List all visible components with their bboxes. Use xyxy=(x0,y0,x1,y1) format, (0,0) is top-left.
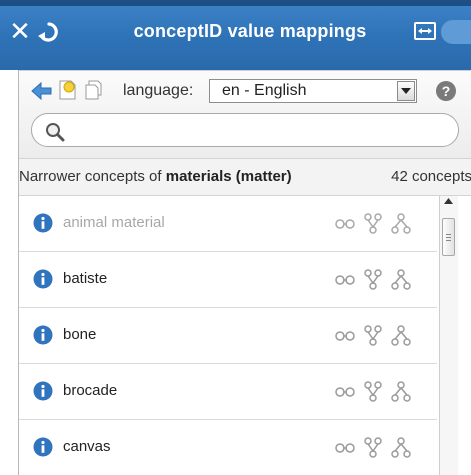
link-icon[interactable] xyxy=(335,443,355,453)
info-icon[interactable] xyxy=(33,269,53,289)
concept-label: canvas xyxy=(63,438,111,455)
link-icon[interactable] xyxy=(335,331,355,341)
title-bar: ✕ conceptID value mappings xyxy=(0,0,471,70)
scrollbar-thumb[interactable] xyxy=(442,218,455,256)
concept-count: 42 concepts xyxy=(391,168,471,185)
language-label: language: xyxy=(123,82,194,99)
mapping-actions xyxy=(335,213,411,234)
scroll-up-icon[interactable] xyxy=(444,198,453,204)
tree-icon[interactable] xyxy=(391,269,411,290)
mapping-actions xyxy=(335,325,411,346)
list-item[interactable]: bone xyxy=(19,308,437,364)
hierarchy-icon[interactable] xyxy=(364,437,382,458)
dropdown-arrow-icon[interactable] xyxy=(397,81,415,101)
title-bar-toggle[interactable] xyxy=(441,20,471,44)
language-select[interactable]: en - English xyxy=(209,79,417,103)
list-item[interactable]: batiste xyxy=(19,252,437,308)
language-select-value: en - English xyxy=(222,82,307,99)
tree-icon[interactable] xyxy=(391,437,411,458)
list-scrollbar[interactable] xyxy=(439,196,458,475)
link-icon[interactable] xyxy=(335,387,355,397)
window-title: conceptID value mappings xyxy=(133,21,367,41)
list-item[interactable]: canvas xyxy=(19,420,437,475)
new-concept-icon[interactable] xyxy=(57,79,79,106)
panel-toolbar: language: en - English ? xyxy=(19,70,471,159)
search-icon xyxy=(46,123,65,142)
expand-icon[interactable] xyxy=(414,22,436,40)
hierarchy-icon[interactable] xyxy=(364,269,382,290)
mapping-actions xyxy=(335,381,411,402)
mappings-panel: language: en - English ? Narrower concep… xyxy=(18,70,471,475)
concept-label: animal material xyxy=(63,214,165,231)
concept-list: animal material batiste bone brocade can… xyxy=(19,196,439,475)
mapping-actions xyxy=(335,269,411,290)
mapping-actions xyxy=(335,437,411,458)
help-icon[interactable]: ? xyxy=(436,81,456,101)
title-bar-top-strip xyxy=(0,0,471,6)
narrower-prefix: Narrower concepts of xyxy=(19,168,166,185)
close-icon[interactable]: ✕ xyxy=(8,18,32,44)
back-icon[interactable] xyxy=(34,19,60,45)
hierarchy-icon[interactable] xyxy=(364,213,382,234)
link-icon[interactable] xyxy=(335,275,355,285)
concept-label: batiste xyxy=(63,270,108,287)
tree-icon[interactable] xyxy=(391,325,411,346)
concept-label: brocade xyxy=(63,382,118,399)
narrower-concepts-header: Narrower concepts of materials (matter) … xyxy=(19,158,471,196)
parent-concept-name[interactable]: materials (matter) xyxy=(166,168,292,185)
narrower-concepts-label: Narrower concepts of materials (matter) xyxy=(19,168,292,186)
info-icon[interactable] xyxy=(33,381,53,401)
list-item[interactable]: animal material xyxy=(19,196,437,252)
link-icon[interactable] xyxy=(335,219,355,229)
info-icon[interactable] xyxy=(33,213,53,233)
tree-icon[interactable] xyxy=(391,381,411,402)
concept-label: bone xyxy=(63,326,97,343)
hierarchy-icon[interactable] xyxy=(364,381,382,402)
hierarchy-icon[interactable] xyxy=(364,325,382,346)
list-item[interactable]: brocade xyxy=(19,364,437,420)
info-icon[interactable] xyxy=(33,437,53,457)
copy-icon[interactable] xyxy=(83,79,105,106)
info-icon[interactable] xyxy=(33,325,53,345)
back-arrow-icon[interactable] xyxy=(31,81,53,106)
tree-icon[interactable] xyxy=(391,213,411,234)
search-input[interactable] xyxy=(31,113,459,147)
